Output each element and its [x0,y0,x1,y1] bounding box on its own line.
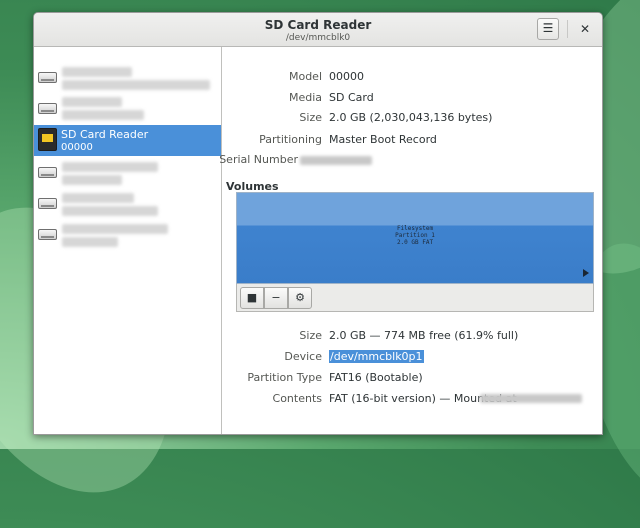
device-value[interactable]: /dev/mmcblk0p1 [329,350,424,363]
redacted-text [62,80,210,90]
partition-size-label: Size [299,329,322,342]
mount-point-redacted [480,394,582,403]
volume-graph[interactable]: Filesystem Partition 1 2.0 GB FAT [236,192,594,284]
sd-card-icon [38,128,57,151]
partitioning-label: Partitioning [259,133,322,146]
minus-icon[interactable]: − [264,287,288,309]
partition-type-label: Partition Type [247,371,322,384]
close-icon[interactable]: ✕ [574,18,596,40]
redacted-text [62,206,158,216]
titlebar-separator [567,20,568,38]
drive-item[interactable] [34,187,221,218]
disks-window: SD Card Reader /dev/mmcblk0 ☰ ✕ SD Card … [33,12,603,435]
device-label: Device [284,350,322,363]
partition-number: Partition 1 [395,232,435,239]
drive-item[interactable] [34,156,221,187]
volume-toolbar: ■ − ⚙ [236,284,594,312]
drive-name: SD Card Reader [61,128,149,141]
partition-size-value: 2.0 GB — 774 MB free (61.9% full) [329,329,519,342]
drive-list: SD Card Reader 00000 [34,47,222,434]
redacted-text [62,224,168,234]
window-subtitle: /dev/mmcblk0 [285,33,351,43]
drive-item[interactable] [34,218,221,249]
redacted-text [62,110,144,120]
redacted-text [62,175,122,185]
drive-item[interactable] [34,61,221,92]
partition-block-label: Filesystem Partition 1 2.0 GB FAT [237,225,593,246]
stop-icon[interactable]: ■ [240,287,264,309]
serial-label: Serial Number [219,153,298,166]
title-bar: SD Card Reader /dev/mmcblk0 ☰ ✕ [34,13,602,47]
play-icon [583,269,589,277]
media-value: SD Card [329,91,374,104]
partition-type-value: FAT16 (Bootable) [329,371,423,384]
disk-icon [38,198,57,209]
drive-model: 00000 [61,142,93,153]
hamburger-menu-icon[interactable]: ☰ [537,18,559,40]
redacted-text [62,193,134,203]
redacted-text [62,67,132,77]
drive-details: Model 00000 Media SD Card Size 2.0 GB (2… [219,47,602,434]
drive-item[interactable] [34,92,221,123]
media-label: Media [288,91,322,104]
partition-size: 2.0 GB FAT [396,239,434,246]
redacted-text [62,162,158,172]
gear-icon[interactable]: ⚙ [288,287,312,309]
window-title: SD Card Reader [264,18,372,32]
model-label: Model [288,70,322,83]
redacted-text [62,237,118,247]
redacted-text [62,97,122,107]
disk-icon [38,103,57,114]
partitioning-value: Master Boot Record [329,133,437,146]
device-path: /dev/mmcblk0p1 [329,350,424,363]
partition-fs-label: Filesystem [396,225,434,232]
disk-icon [38,72,57,83]
drive-item-sd-card-reader[interactable]: SD Card Reader 00000 [34,125,221,156]
model-value: 00000 [329,70,364,83]
size-value: 2.0 GB (2,030,043,136 bytes) [329,111,493,124]
serial-value-redacted [300,156,372,165]
contents-label: Contents [272,392,322,405]
size-label: Size [299,111,322,124]
disk-icon [38,229,57,240]
disk-icon [38,167,57,178]
